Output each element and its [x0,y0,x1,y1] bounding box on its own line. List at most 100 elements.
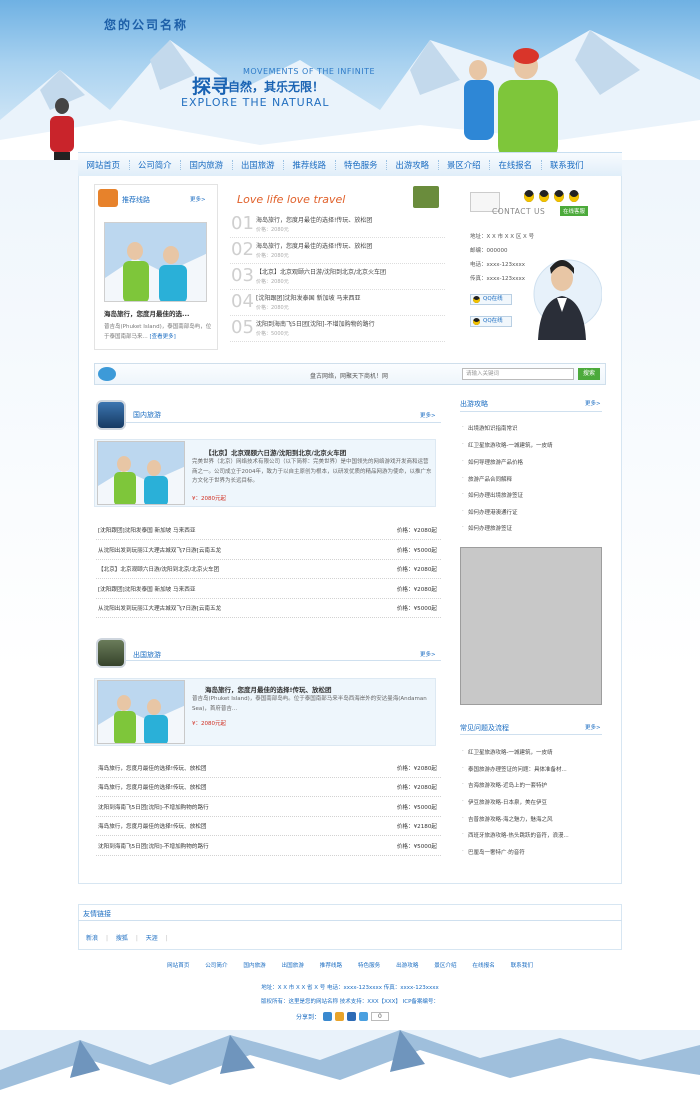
list-item[interactable]: 红卫星旅游攻略-一城建筑，一皮靖 [462,748,553,756]
table-row[interactable]: [沈阳跟团]沈阳发泰国 新加坡 马来西亚 价格：¥2080起 [96,579,441,599]
friend-link[interactable]: 搜狐 [116,935,128,942]
friend-link[interactable]: 新浪 [86,935,98,942]
list-item[interactable]: 如何办理出境旅游签证 [462,491,523,499]
nav-guides[interactable]: 出游攻略 [387,159,439,170]
list-item[interactable]: 吉普旅游攻略-海之魅力，魅海之风 [462,815,553,823]
row-price: 价格：¥5000起 [396,548,437,554]
footer-nav-item[interactable]: 网站首页 [167,963,189,969]
qq-online-button[interactable]: QQ在线 [470,316,512,327]
slogan-en-big: EXPLORE THE NATURAL [181,96,330,109]
list-item[interactable]: 04 [沈阳跟团]沈阳发泰国 新加坡 马来西亚 价格：2080元 [230,290,445,316]
footer-nav-item[interactable]: 国内旅游 [243,963,265,969]
list-item[interactable]: 伊豆旅游攻略-日本泉，美在伊豆 [462,798,547,806]
domestic-feature-photo[interactable] [97,441,185,505]
qq-penguin-icon[interactable] [524,190,534,202]
list-item[interactable]: 红卫星旅游攻略-一城建筑，一皮靖 [462,441,553,449]
qq-online-button[interactable]: QQ在线 [470,294,512,305]
item-price: 价格：5000元 [256,331,289,337]
list-item[interactable]: 02 海岛旅行，您度月最佳的选择!传玩、放松团 价格：2080元 [230,238,445,264]
qq-penguin-icon[interactable] [554,190,564,202]
item-title[interactable]: 【北京】北京观颐六日游/沈阳到北京/北京火车团 [256,267,386,276]
row-title[interactable]: 沈阳到海南飞5日团[沈阳]-不增加购物的路行 [98,842,209,850]
list-item[interactable]: 如何办理港澳通行证 [462,508,518,516]
list-item[interactable]: 旅游产品合同解释 [462,475,512,483]
row-title[interactable]: 从沈阳出发到玩丽江大理古城双飞7日游[云南五龙 [98,604,221,612]
table-row[interactable]: 海岛旅行，您度月最佳的选择!传玩、放松团 价格：¥2080起 [96,758,441,778]
recommend-more-link[interactable]: 更多> [190,195,206,203]
domestic-feature-title[interactable]: 【北京】北京观颐六日游/沈阳到北京/北京火车团 [205,447,346,457]
search-input[interactable]: 请输入关键词 [462,368,574,380]
nav-about[interactable]: 公司简介 [130,159,181,170]
footer-nav-item[interactable]: 联系我们 [511,963,533,969]
nav-scenic[interactable]: 景区介绍 [439,159,490,170]
row-price: 价格：¥5000起 [396,844,437,850]
item-title[interactable]: [沈阳跟团]沈阳发泰国 新加坡 马来西亚 [256,293,361,302]
nav-home[interactable]: 网站首页 [78,159,130,170]
list-item[interactable]: 巴厘岛一奢特广·的音符 [462,848,525,856]
table-row[interactable]: 沈阳到海南飞5日团[沈阳]-不增加购物的路行 价格：¥5000起 [96,797,441,817]
row-title[interactable]: [沈阳跟团]沈阳发泰国 新加坡 马来西亚 [98,585,195,593]
row-title[interactable]: 【北京】北京观颐六日游/沈阳到北京/北京火车团 [98,565,219,573]
row-title[interactable]: [沈阳跟团]沈阳发泰国 新加坡 马来西亚 [98,526,195,534]
table-row[interactable]: 海岛旅行，您度月最佳的选择!传玩、放松团 价格：¥2080起 [96,777,441,797]
share-qzone-icon[interactable] [335,1012,345,1021]
faq-more-link[interactable]: 更多> [585,723,601,731]
outbound-feature-title[interactable]: 海岛旅行，您度月最佳的选择!传玩、放松团 [205,684,331,694]
outbound-more-link[interactable]: 更多> [420,650,436,658]
recommend-detail-link[interactable]: [查看更多] [150,334,176,340]
share-renren-icon[interactable] [347,1012,357,1021]
item-title[interactable]: 海岛旅行，您度月最佳的选择!传玩、放松团 [256,241,372,250]
table-row[interactable]: 海岛旅行，您度月最佳的选择!传玩、放松团 价格：¥2180起 [96,816,441,836]
table-row[interactable]: 从沈阳出发到玩丽江大理古城双飞7日游[云南五龙 价格：¥5000起 [96,598,441,618]
share-weibo-icon[interactable] [323,1012,333,1021]
row-title[interactable]: 海岛旅行，您度月最佳的选择!传玩、放松团 [98,764,207,772]
list-item[interactable]: 西班牙旅游攻略-热头跳跃的音符，浪漫... [462,831,569,839]
contact-fax: 传真：xxxx-123xxxx [470,276,526,282]
footer-mountain-illustration [0,1030,700,1120]
footer-nav-item[interactable]: 推荐线路 [320,963,342,969]
table-row[interactable]: 沈阳到海南飞5日团[沈阳]-不增加购物的路行 价格：¥5000起 [96,836,441,856]
search-button[interactable]: 搜索 [578,368,600,380]
domestic-more-link[interactable]: 更多> [420,411,436,419]
list-item[interactable]: 吉海旅游攻略-近岛上的一套特护 [462,781,547,789]
row-price: 价格：¥2180起 [396,824,437,830]
item-title[interactable]: 沈阳到海南飞5日团[沈阳]-不增加购物的路行 [256,319,375,328]
list-item[interactable]: 05 沈阳到海南飞5日团[沈阳]-不增加购物的路行 价格：5000元 [230,316,445,342]
recommend-photo[interactable] [104,222,207,302]
table-row[interactable]: 从沈阳出发到玩丽江大理古城双飞7日游[云南五龙 价格：¥5000起 [96,540,441,560]
friend-link[interactable]: 天涯 [146,935,158,942]
row-title[interactable]: 海岛旅行，您度月最佳的选择!传玩、放松团 [98,783,207,791]
qq-penguin-icon[interactable] [539,190,549,202]
nav-services[interactable]: 特色服务 [336,159,387,170]
outbound-feature-photo[interactable] [97,680,185,744]
list-item[interactable]: 出境游知识指南常识 [462,424,518,432]
row-title[interactable]: 从沈阳出发到玩丽江大理古城双飞7日游[云南五龙 [98,546,221,554]
nav-signup[interactable]: 在线报名 [490,159,542,170]
list-item[interactable]: 如何办理旅游签证 [462,524,512,532]
row-title[interactable]: 沈阳到海南飞5日团[沈阳]-不增加购物的路行 [98,803,209,811]
recommend-desc: 普吉岛(Phuket Island)，泰国南部岛屿，位于泰国南部马来... [查… [104,322,212,342]
online-service-button[interactable]: 在线客服 [560,206,589,216]
list-item[interactable]: 03 【北京】北京观颐六日游/沈阳到北京/北京火车团 价格：2080元 [230,264,445,290]
guides-more-link[interactable]: 更多> [585,399,601,407]
footer-nav-item[interactable]: 公司简介 [205,963,227,969]
list-item[interactable]: 01 海岛旅行，您度月最佳的选择!传玩、放松团 价格：2080元 [230,212,445,238]
item-title[interactable]: 海岛旅行，您度月最佳的选择!传玩、放松团 [256,215,372,224]
row-title[interactable]: 海岛旅行，您度月最佳的选择!传玩、放松团 [98,822,207,830]
table-row[interactable]: 【北京】北京观颐六日游/沈阳到北京/北京火车团 价格：¥2080起 [96,559,441,579]
nav-domestic[interactable]: 国内旅游 [181,159,233,170]
table-row[interactable]: [沈阳跟团]沈阳发泰国 新加坡 马来西亚 价格：¥2080起 [96,520,441,540]
recommend-caption[interactable]: 海岛旅行，您度月最佳的选... [104,308,189,318]
share-more-icon[interactable] [359,1012,369,1021]
footer-nav-item[interactable]: 特色服务 [358,963,380,969]
nav-routes[interactable]: 推荐线路 [284,159,336,170]
footer-nav-item[interactable]: 景区介绍 [434,963,456,969]
list-item[interactable]: 如何导理旅游产品价格 [462,458,523,466]
footer-nav-item[interactable]: 出国旅游 [282,963,304,969]
footer-nav-item[interactable]: 在线报名 [472,963,494,969]
nav-contact[interactable]: 联系我们 [542,160,593,170]
nav-outbound[interactable]: 出国旅游 [233,159,284,170]
qq-penguin-icon[interactable] [569,190,579,202]
list-item[interactable]: 泰国旅游办理签证的问题：具体准备材... [462,765,567,773]
footer-nav-item[interactable]: 出游攻略 [396,963,418,969]
